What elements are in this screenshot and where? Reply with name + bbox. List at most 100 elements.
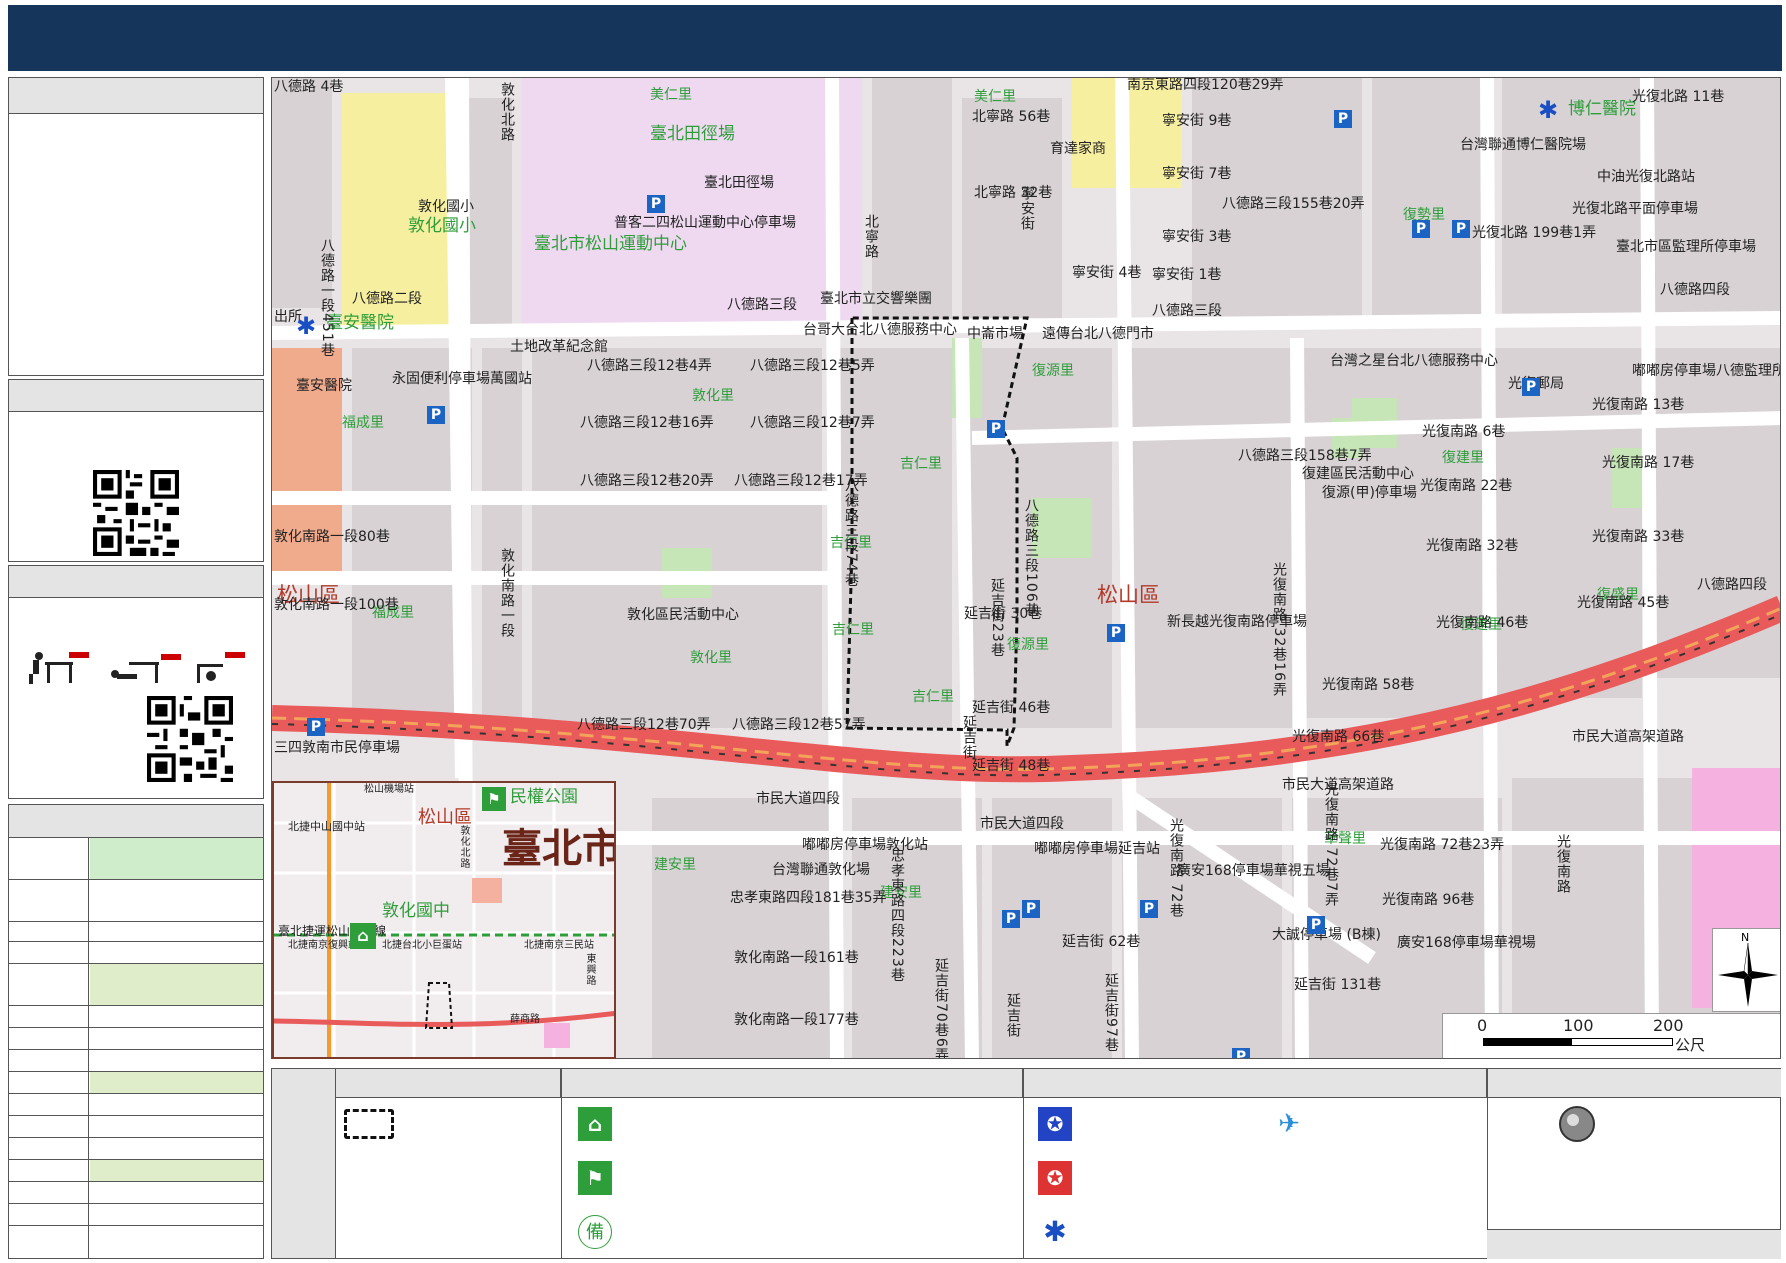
inset-label: 民權公園 (510, 787, 578, 807)
poi-label: 臺安醫院 (296, 378, 352, 394)
hospital-icon: ✱ (1038, 1215, 1072, 1249)
parking-icon: P (1452, 220, 1470, 238)
poi-label: 敦化國小 (418, 199, 474, 215)
village-label: 敦化里 (690, 650, 732, 666)
parking-icon: P (1307, 916, 1325, 934)
road-label: 敦化南路一段 (499, 548, 515, 638)
legend-col-header (336, 1069, 561, 1098)
road-label: 北寧路 56巷 (972, 109, 1051, 125)
village-label: 美仁里 (974, 89, 1016, 105)
scale-tick: 200 (1653, 1016, 1684, 1035)
road-label: 光復南路 96巷 (1382, 892, 1475, 908)
boundary-icon (344, 1109, 394, 1139)
road-label: 敦化南路一段161巷 (734, 950, 859, 966)
road-label: 敦化南路一段80巷 (274, 529, 390, 545)
scale-bar: 0 100 200 公尺 (1442, 1013, 1780, 1058)
evacuation-map-page: 松山區 松山區 美仁里 臺北田徑場 敦化國小 臺北市松山運動中心 美仁里 臺安醫… (0, 0, 1786, 1263)
road-label: 八德路二段 (352, 291, 422, 307)
road-label: 寧安街 9巷 (1162, 113, 1232, 129)
parking-icon: P (647, 195, 665, 213)
poi-label: 敦化區民活動中心 (627, 607, 739, 623)
road-label: 八德路三段12巷7弄 (750, 415, 875, 431)
road-label: 八德路 4巷 (274, 79, 344, 95)
poi-label: 光復北路平面停車場 (1572, 201, 1698, 217)
legend-side-header (272, 1069, 336, 1259)
qr-panel (8, 379, 264, 562)
road-label: 八德路四段 (1697, 577, 1767, 593)
table-row (9, 1225, 263, 1258)
road-label: 北寧路 32巷 (974, 185, 1053, 201)
qr-code-icon (93, 470, 179, 556)
road-label: 延吉街70巷6弄 (933, 958, 949, 1059)
parking-icon: P (1140, 900, 1158, 918)
road-label: 敦化南路一段100巷 (274, 597, 399, 613)
table-row (9, 1049, 263, 1071)
poi-label: 永固便利停車場萬國站 (392, 371, 532, 387)
road-label: 延吉街 131巷 (1294, 977, 1382, 993)
road-label: 忠孝東路四段223巷 (889, 848, 905, 983)
park-icon: ⚑ (578, 1161, 612, 1195)
drop-cover-hold-icon (29, 652, 245, 684)
poi-label: 台灣之星台北八德服務中心 (1330, 353, 1498, 369)
road-label: 八德路四段 (1660, 282, 1730, 298)
poi-label: 嘟嘟房停車場八德監理所 (1632, 363, 1781, 379)
road-label: 八德路三段 (1152, 303, 1222, 319)
road-label: 光復北路 199巷1弄 (1472, 225, 1597, 241)
road-label: 光復南路 32巷16弄 (1271, 562, 1287, 698)
hospital-label: 博仁醫院 (1568, 99, 1636, 119)
park-icon: ⚑ (482, 787, 506, 811)
shelter-icon: ⌂ (578, 1107, 612, 1141)
hospital-label: 臺安醫院 (326, 313, 394, 333)
road-label: 光復南路 58巷 (1322, 677, 1415, 693)
road-label: 光復南路 72巷7弄 (1323, 782, 1339, 908)
road-label: 光復南路 72巷 (1168, 818, 1184, 919)
school-label: 敦化國小 (408, 216, 476, 236)
table-row (9, 921, 263, 941)
road-label: 光復南路 46巷 (1436, 615, 1529, 631)
poi-label: 復建區民活動中心 (1302, 466, 1414, 482)
parking-icon: P (1002, 910, 1020, 928)
assembly-point-icon (1559, 1106, 1595, 1142)
poi-label: 台哥大台北八德服務中心 (803, 322, 957, 338)
road-label: 延吉街97巷 (1103, 973, 1119, 1053)
table-row (9, 1137, 263, 1159)
poi-label: 中崙市場 (967, 326, 1023, 342)
poi-label: 台灣聯通敦化場 (772, 862, 870, 878)
road-label: 光復南路 22巷 (1420, 478, 1513, 494)
village-label: 吉仁里 (832, 622, 874, 638)
road-label: 八德路三段12巷5弄 (750, 358, 875, 374)
road-label: 市民大道高架道路 (1572, 729, 1684, 745)
road-label: 八德路三段12巷70弄 (577, 717, 711, 733)
village-label: 復建里 (1442, 450, 1484, 466)
parking-icon: P (1107, 624, 1125, 642)
road-label: 光復南路 6巷 (1422, 424, 1506, 440)
parking-icon: P (1022, 900, 1040, 918)
road-label: 延吉街23巷 (989, 578, 1005, 658)
road-label: 光復南路 32巷 (1426, 538, 1519, 554)
helipad-icon: ✈ (1272, 1107, 1306, 1141)
road-label: 市民大道四段 (756, 791, 840, 807)
poi-label: 臺北市立交響樂團 (820, 291, 932, 307)
parking-icon: P (987, 420, 1005, 438)
fire-dept-icon: ✪ (1038, 1161, 1072, 1195)
poi-label: 中油光復北路站 (1597, 169, 1695, 185)
locator-inset-map[interactable]: 松山機場站 北捷中山國中站 松山區 民權公園 臺北市 敦化國中 臺北捷運松山新店… (272, 781, 616, 1059)
road-label: 延吉街 (1005, 993, 1021, 1038)
road-label: 八德路三段12巷20弄 (580, 473, 714, 489)
parking-icon: P (307, 718, 325, 736)
road-label: 八德路三段158巷7弄 (1238, 448, 1372, 464)
road-label: 寧安街 (1019, 186, 1035, 231)
road-label: 寧安街 7巷 (1162, 166, 1232, 182)
table-row (9, 1203, 263, 1225)
earthquake-panel (8, 565, 264, 799)
poi-label: 臺北田徑場 (704, 175, 774, 191)
road-label: 八德路三段12巷57弄 (732, 717, 866, 733)
earthquake-panel-header (9, 566, 263, 598)
road-label: 延吉街 (961, 715, 977, 760)
road-label: 光復南路 72巷23弄 (1380, 837, 1505, 853)
table-row (9, 1181, 263, 1203)
scale-unit: 公尺 (1675, 1036, 1706, 1054)
road-label: 八德路三段12巷4弄 (587, 358, 712, 374)
scale-tick: 100 (1563, 1016, 1594, 1035)
table-row (9, 941, 263, 963)
